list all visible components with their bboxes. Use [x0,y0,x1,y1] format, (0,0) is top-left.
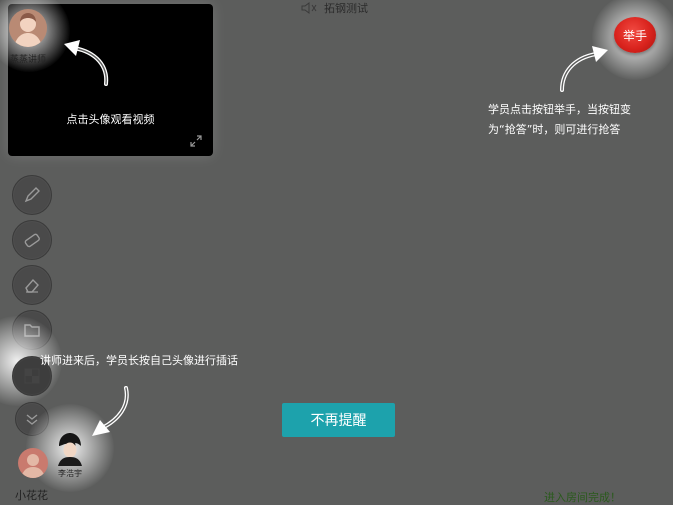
raise-hand-button[interactable]: 举手 [614,17,656,53]
speaker-icon[interactable] [300,1,318,15]
raise-hand-hint: 学员点击按钮举手，当按钮变为“抢答”时，则可进行抢答 [488,103,631,136]
leader-avatar[interactable] [55,432,85,466]
expand-icon[interactable] [189,134,203,148]
arrow-to-teacher-icon [64,40,109,86]
pencil-tool-button[interactable] [12,175,52,215]
arrow-to-raise-hand-icon [560,46,608,92]
highlighter-icon [24,233,40,248]
classroom-screen: 拓钢测试 点击头像观看视频 蒸蒸讲师 讲师进来后，学员长按自己头像进行插话 小花… [0,0,673,505]
room-title: 拓钢测试 [324,2,368,15]
video-hint: 点击头像观看视频 [66,113,155,126]
status-message: 进入房间完成！ [544,491,621,504]
dont-remind-button[interactable]: 不再提醒 [282,403,395,437]
eraser-tool-button[interactable] [12,265,52,305]
self-avatar[interactable] [18,448,48,478]
room-header: 拓钢测试 [300,0,368,16]
teacher-name: 蒸蒸讲师 [9,55,46,65]
self-name: 小花花 [15,489,48,502]
chime-hint: 讲师进来后，学员长按自己头像进行插话 [40,354,238,367]
leader-name: 李浩宇 [58,469,82,478]
pencil-icon [24,187,40,203]
highlighter-tool-button[interactable] [12,220,52,260]
teacher-avatar[interactable] [9,9,47,47]
board-icon [24,368,40,384]
eraser-icon [25,278,39,293]
